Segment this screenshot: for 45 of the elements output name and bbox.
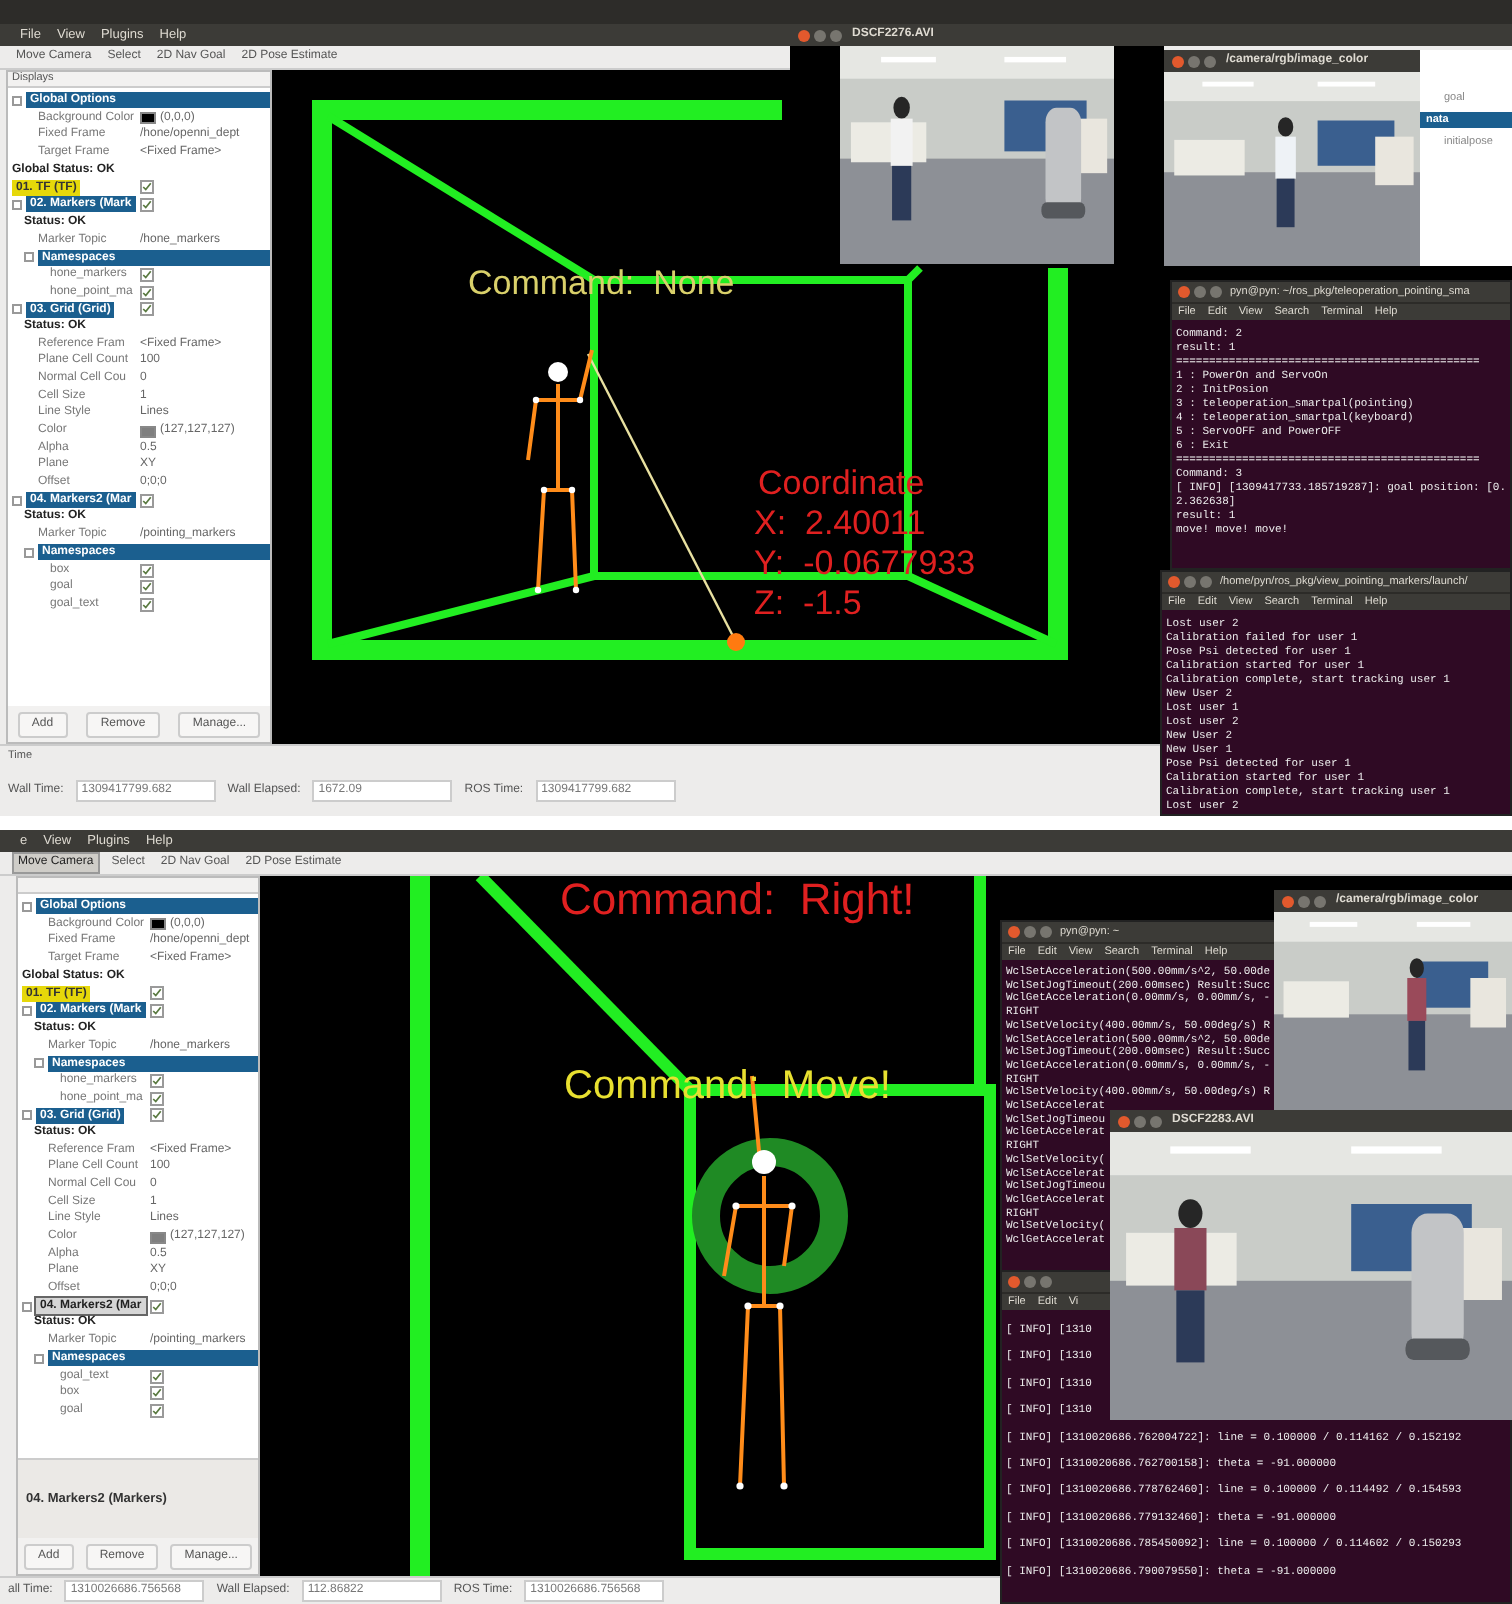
color-swatch[interactable]: [140, 425, 156, 438]
window-controls-icon[interactable]: [1172, 55, 1216, 67]
checkbox[interactable]: [150, 1386, 164, 1401]
checkbox[interactable]: [140, 180, 154, 195]
checkbox[interactable]: [140, 267, 154, 282]
window-controls-icon[interactable]: [1282, 895, 1326, 907]
window-controls-icon[interactable]: [1008, 926, 1052, 938]
checkbox[interactable]: [140, 493, 154, 508]
window-controls-icon[interactable]: [1008, 1276, 1052, 1288]
collapse-icon[interactable]: [24, 252, 34, 263]
window-controls-icon[interactable]: [1178, 286, 1222, 298]
collapse-icon[interactable]: [12, 304, 22, 315]
target-marker: [727, 633, 745, 651]
color-swatch[interactable]: [150, 918, 166, 931]
checkbox[interactable]: [150, 1108, 164, 1123]
window-controls-icon[interactable]: [1168, 576, 1212, 588]
color-swatch[interactable]: [140, 112, 156, 125]
collapse-icon[interactable]: [12, 199, 22, 210]
collapse-icon[interactable]: [12, 95, 22, 106]
collapse-icon[interactable]: [22, 1301, 32, 1312]
collapse-icon[interactable]: [22, 901, 32, 912]
checkbox[interactable]: [140, 285, 154, 300]
collapse-icon[interactable]: [22, 1110, 32, 1121]
checkbox[interactable]: [150, 1003, 164, 1018]
collapse-icon[interactable]: [12, 495, 22, 506]
overlay-text: Z: -1.5: [754, 586, 862, 620]
overlay-text: Command: Right!: [560, 878, 915, 922]
checkbox[interactable]: [150, 1369, 164, 1384]
checkbox[interactable]: [140, 563, 154, 578]
checkbox[interactable]: [150, 1091, 164, 1106]
collapse-icon[interactable]: [34, 1058, 44, 1069]
window-controls-icon[interactable]: [798, 29, 842, 41]
collapse-icon[interactable]: [34, 1353, 44, 1364]
checkbox[interactable]: [150, 1073, 164, 1088]
collapse-icon[interactable]: [24, 547, 34, 558]
checkbox[interactable]: [140, 580, 154, 595]
color-swatch[interactable]: [150, 1231, 166, 1244]
checkbox[interactable]: [150, 1299, 164, 1314]
checkbox[interactable]: [150, 1403, 164, 1418]
checkbox[interactable]: [140, 597, 154, 612]
checkbox[interactable]: [140, 302, 154, 317]
checkbox[interactable]: [140, 197, 154, 212]
checkbox[interactable]: [150, 986, 164, 1001]
window-controls-icon[interactable]: [1118, 1115, 1162, 1127]
collapse-icon[interactable]: [22, 1005, 32, 1016]
